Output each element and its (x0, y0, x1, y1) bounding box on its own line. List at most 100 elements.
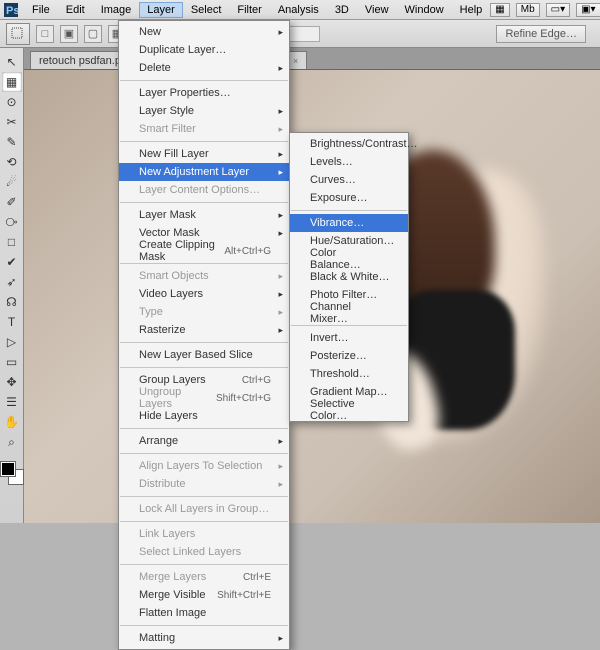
menu-image[interactable]: Image (93, 2, 140, 18)
bridge-button[interactable]: ▦ (490, 3, 509, 17)
menu-window[interactable]: Window (397, 2, 452, 18)
tool-button[interactable]: ✎ (2, 132, 22, 152)
menu-file[interactable]: File (24, 2, 58, 18)
tool-button[interactable]: ☰ (2, 392, 22, 412)
menu-item[interactable]: Duplicate Layer… (119, 41, 289, 59)
tool-button[interactable]: ☄ (2, 172, 22, 192)
menu-item[interactable]: Matting (119, 629, 289, 647)
tool-button[interactable]: ▦ (2, 72, 22, 92)
menu-item[interactable]: New Fill Layer (119, 145, 289, 163)
menu-help[interactable]: Help (452, 2, 491, 18)
fg-color-swatch[interactable] (1, 462, 15, 476)
menu-item[interactable]: Layer Style (119, 102, 289, 120)
menu-item[interactable]: Posterize… (290, 347, 408, 365)
menu-item[interactable]: Merge VisibleShift+Ctrl+E (119, 586, 289, 604)
tool-button[interactable]: ⌕ (2, 432, 22, 452)
menu-item[interactable]: Create Clipping MaskAlt+Ctrl+G (119, 242, 289, 260)
menu-item[interactable]: New Layer Based Slice (119, 346, 289, 364)
tool-button[interactable]: ⊙ (2, 92, 22, 112)
menu-item-label: Merge Visible (139, 589, 205, 601)
screen-mode-button[interactable]: ▣▾ (576, 3, 600, 17)
tool-button[interactable]: ⧂ (2, 212, 22, 232)
menu-item-label: Layer Properties… (139, 87, 231, 99)
menu-item-label: Selective Color… (310, 398, 390, 422)
menu-separator (120, 496, 288, 497)
view-extras-button[interactable]: ▭▾ (546, 3, 570, 17)
menu-3d[interactable]: 3D (327, 2, 357, 18)
tool-button[interactable]: ✋ (2, 412, 22, 432)
menu-item[interactable]: Arrange (119, 432, 289, 450)
menu-item[interactable]: New Adjustment Layer (119, 163, 289, 181)
menu-item[interactable]: Brightness/Contrast… (290, 135, 408, 153)
menu-item[interactable]: Flatten Image (119, 604, 289, 622)
menu-item[interactable]: Levels… (290, 153, 408, 171)
add-selection-icon[interactable]: ▣ (60, 25, 78, 43)
tool-button[interactable]: ▷ (2, 332, 22, 352)
menu-item[interactable]: Vibrance… (290, 214, 408, 232)
menu-item[interactable]: Rasterize (119, 321, 289, 339)
menu-item[interactable]: Hide Layers (119, 407, 289, 425)
menu-item-label: Posterize… (310, 350, 367, 362)
menu-separator (120, 564, 288, 565)
tool-button[interactable]: ✐ (2, 192, 22, 212)
color-swatches[interactable] (1, 462, 23, 484)
menu-filter[interactable]: Filter (229, 2, 269, 18)
tool-button[interactable]: ⟲ (2, 152, 22, 172)
menu-item-shortcut: Ctrl+E (243, 572, 271, 583)
menu-item-label: Video Layers (139, 288, 203, 300)
tool-button[interactable]: T (2, 312, 22, 332)
menu-item: Merge Layers Ctrl+E (119, 568, 289, 586)
tool-button[interactable]: ↖ (2, 52, 22, 72)
menu-item[interactable]: New (119, 23, 289, 41)
menu-item[interactable]: Black & White… (290, 268, 408, 286)
new-selection-icon[interactable]: □ (36, 25, 54, 43)
menu-item[interactable]: Threshold… (290, 365, 408, 383)
menu-layer[interactable]: Layer (139, 2, 183, 18)
menu-item-label: Layer Content Options… (139, 184, 260, 196)
tool-button[interactable]: ✥ (2, 372, 22, 392)
menu-item-label: Gradient Map… (310, 386, 388, 398)
mb-button[interactable]: Mb (516, 3, 540, 17)
menu-item-label: Merge Layers (139, 571, 206, 583)
menu-item: Distribute (119, 475, 289, 493)
menu-item[interactable]: Invert… (290, 329, 408, 347)
menu-select[interactable]: Select (183, 2, 230, 18)
menu-item[interactable]: Color Balance… (290, 250, 408, 268)
menu-item[interactable]: Video Layers (119, 285, 289, 303)
menu-separator (120, 202, 288, 203)
tool-button[interactable]: □ (2, 232, 22, 252)
menu-item-shortcut: Alt+Ctrl+G (224, 246, 271, 257)
close-icon[interactable]: × (293, 56, 298, 66)
tool-button[interactable]: ✔ (2, 252, 22, 272)
tool-button[interactable]: ▭ (2, 352, 22, 372)
tool-button[interactable]: ➶ (2, 272, 22, 292)
subtract-selection-icon[interactable]: ▢ (84, 25, 102, 43)
menu-separator (120, 453, 288, 454)
tool-button[interactable]: ☊ (2, 292, 22, 312)
menu-item-label: New Adjustment Layer (139, 166, 249, 178)
menu-analysis[interactable]: Analysis (270, 2, 327, 18)
menu-item-label: Black & White… (310, 271, 389, 283)
menu-item[interactable]: Layer Mask (119, 206, 289, 224)
menu-item-label: Distribute (139, 478, 185, 490)
menu-item[interactable]: Selective Color… (290, 401, 408, 419)
options-bar: □ ▣ ▢ ▦ | Width: ⇄ Height: Refine Edge… (0, 20, 600, 48)
tool-button[interactable]: ✂ (2, 112, 22, 132)
menu-item: Lock All Layers in Group… (119, 500, 289, 518)
menu-separator (120, 263, 288, 264)
refine-edge-button[interactable]: Refine Edge… (496, 25, 586, 43)
menu-item-label: Duplicate Layer… (139, 44, 226, 56)
menu-edit[interactable]: Edit (58, 2, 93, 18)
menu-item: Smart Objects (119, 267, 289, 285)
menu-view[interactable]: View (357, 2, 397, 18)
menu-item: Select Linked Layers (119, 543, 289, 561)
tool-preset-picker[interactable] (6, 23, 30, 45)
menu-item[interactable]: Channel Mixer… (290, 304, 408, 322)
menu-item[interactable]: Exposure… (290, 189, 408, 207)
menu-item-label: Smart Filter (139, 123, 196, 135)
menu-item[interactable]: Curves… (290, 171, 408, 189)
menu-item[interactable]: Delete (119, 59, 289, 77)
menu-item[interactable]: Layer Properties… (119, 84, 289, 102)
menu-separator (291, 210, 407, 211)
menu-separator (120, 625, 288, 626)
